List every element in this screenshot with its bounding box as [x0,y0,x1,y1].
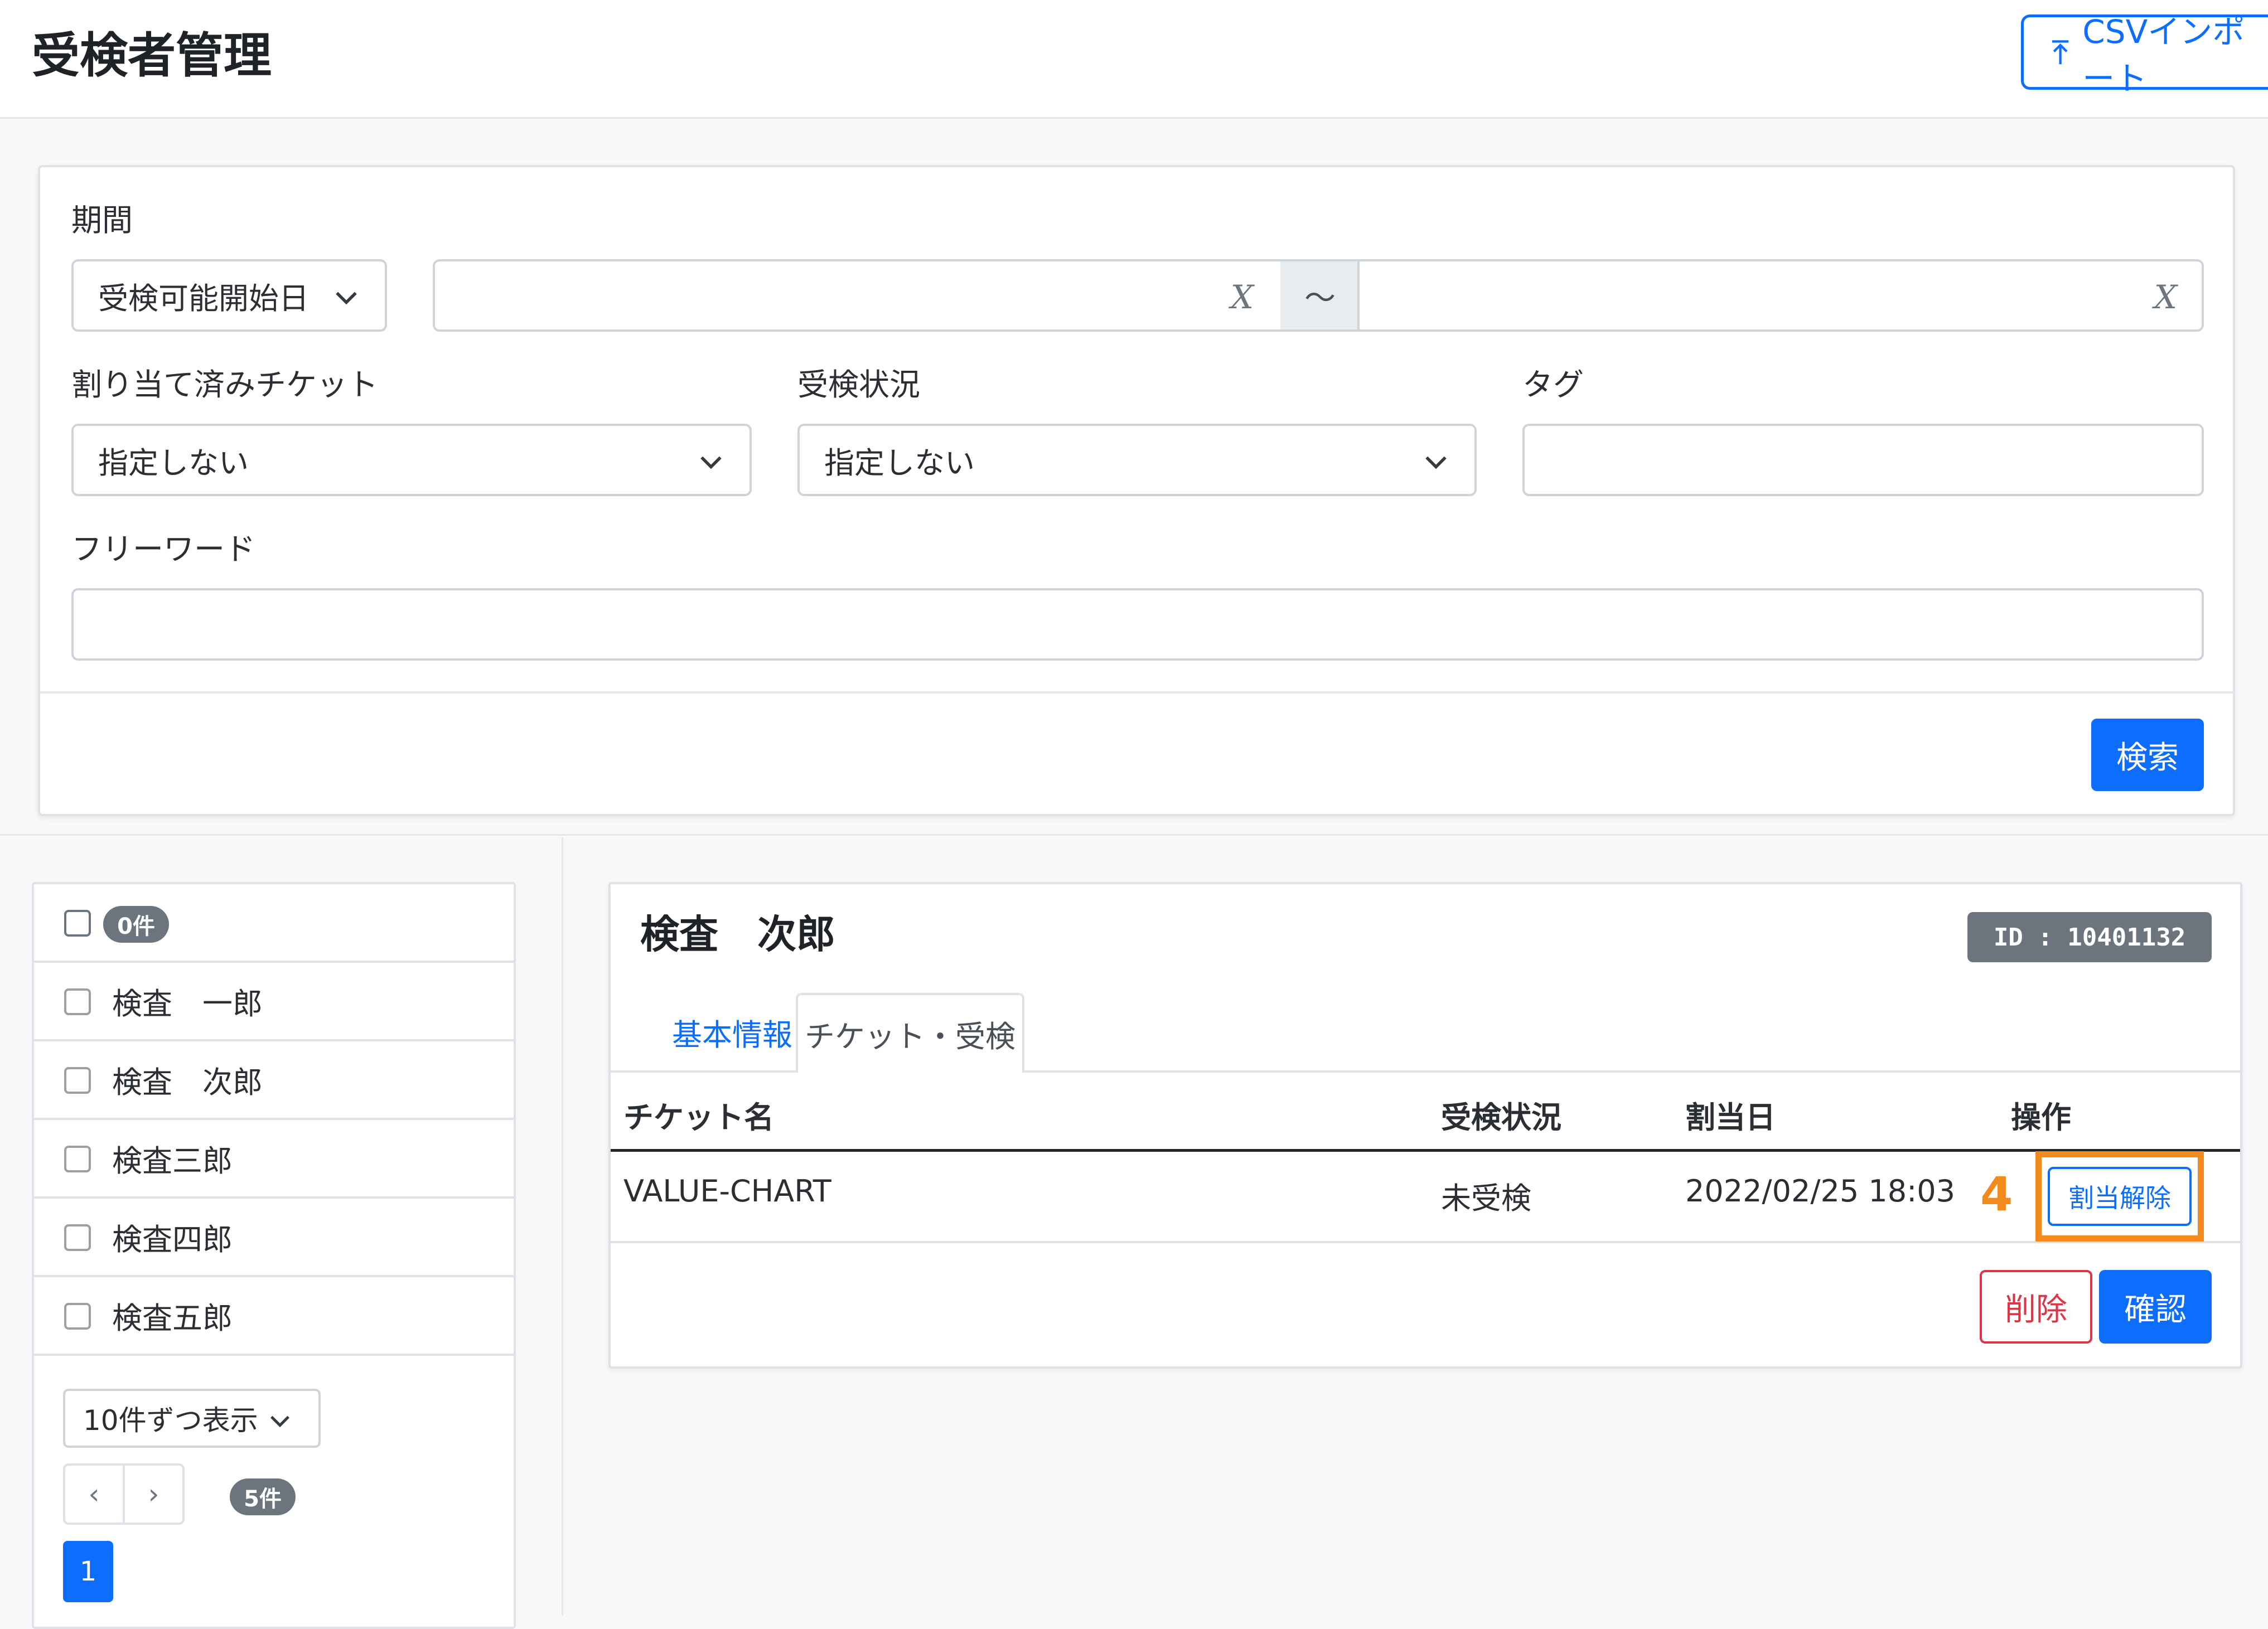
search-button[interactable]: 検索 [2091,719,2204,791]
date-to-input[interactable]: X [1357,259,2204,332]
page-title: 受検者管理 [32,28,272,84]
col-header-action: 操作 [2011,1100,2071,1135]
tag-input[interactable] [1522,424,2204,496]
table-header-line [611,1149,2240,1152]
ticket-filter-value: 指定しない [98,445,249,481]
step-number-annotation: 4 [1980,1167,2013,1221]
select-all-row: 0件 [34,884,514,963]
date-range-separator: ～ [1280,259,1360,332]
pagination-arrows: ‹ › [63,1463,185,1525]
period-type-value: 受検可能開始日 [98,280,309,316]
chevron-down-icon [336,292,357,305]
ticket-filter-select[interactable]: 指定しない [71,424,752,496]
col-header-status: 受検状況 [1441,1100,1561,1135]
item-checkbox[interactable] [64,1067,91,1094]
per-page-value: 10件ずつ表示 [83,1404,258,1437]
unassign-button[interactable]: 割当解除 [2048,1167,2192,1226]
date-from-input[interactable]: X [433,259,1283,332]
status-filter-label: 受検状況 [797,367,921,403]
period-label: 期間 [71,202,133,238]
exam-status-cell: 未受検 [1441,1181,1531,1216]
item-checkbox[interactable] [64,988,91,1015]
clear-date-from-icon[interactable]: X [1231,278,1254,316]
item-checkbox[interactable] [64,1224,91,1251]
item-name: 検査五郎 [112,1301,233,1336]
upload-icon [2052,40,2069,64]
page-header: 受検者管理 CSVインポート [0,0,2268,119]
item-checkbox[interactable] [64,1146,91,1172]
table-row-line [611,1241,2240,1243]
item-checkbox[interactable] [64,1303,91,1330]
select-all-checkbox[interactable] [64,910,91,937]
per-page-select[interactable]: 10件ずつ表示 [63,1389,321,1448]
page-1-button[interactable]: 1 [63,1541,113,1602]
freeword-label: フリーワード [71,531,256,567]
csv-import-label: CSVインポート [2082,12,2245,98]
list-item[interactable]: 検査四郎 [34,1199,514,1277]
chevron-down-icon [270,1415,289,1428]
col-header-ticket: チケット名 [623,1100,774,1135]
item-name: 検査 一郎 [112,986,263,1021]
confirm-button[interactable]: 確認 [2099,1270,2212,1344]
status-filter-select[interactable]: 指定しない [797,424,1477,496]
tilde-text: ～ [1304,280,1336,317]
list-item[interactable]: 検査三郎 [34,1120,514,1199]
total-count-badge: 5件 [230,1478,296,1515]
examinee-name: 検査 次郎 [640,912,835,957]
chevron-down-icon [1425,456,1447,469]
tag-label: タグ [1522,367,1584,403]
list-item[interactable]: 検査 次郎 [34,1041,514,1120]
item-name: 検査 次郎 [112,1065,263,1100]
item-name: 検査四郎 [112,1222,233,1257]
ticket-filter-label: 割り当て済みチケット [71,367,379,403]
list-item[interactable]: 検査五郎 [34,1277,514,1356]
col-header-assigned: 割当日 [1685,1100,1776,1135]
ticket-name-cell: VALUE-CHART [623,1174,831,1209]
search-card-divider [40,691,2233,694]
period-type-select[interactable]: 受検可能開始日 [71,259,387,332]
delete-button[interactable]: 削除 [1980,1270,2092,1344]
csv-import-button[interactable]: CSVインポート [2021,13,2268,98]
item-name: 検査三郎 [112,1143,233,1179]
clear-date-to-icon[interactable]: X [2154,278,2177,316]
tab-ticket-exam[interactable]: チケット・受検 [796,993,1024,1073]
selected-count-badge: 0件 [103,906,169,943]
prev-page-button[interactable]: ‹ [65,1466,125,1523]
status-filter-value: 指定しない [824,445,975,481]
freeword-input[interactable] [71,588,2204,661]
assigned-date-cell: 2022/02/25 18:03 [1685,1174,1956,1209]
id-badge: ID : 10401132 [1967,912,2212,962]
next-page-button[interactable]: › [125,1466,182,1523]
chevron-down-icon [700,456,722,469]
list-item[interactable]: 検査 一郎 [34,963,514,1041]
